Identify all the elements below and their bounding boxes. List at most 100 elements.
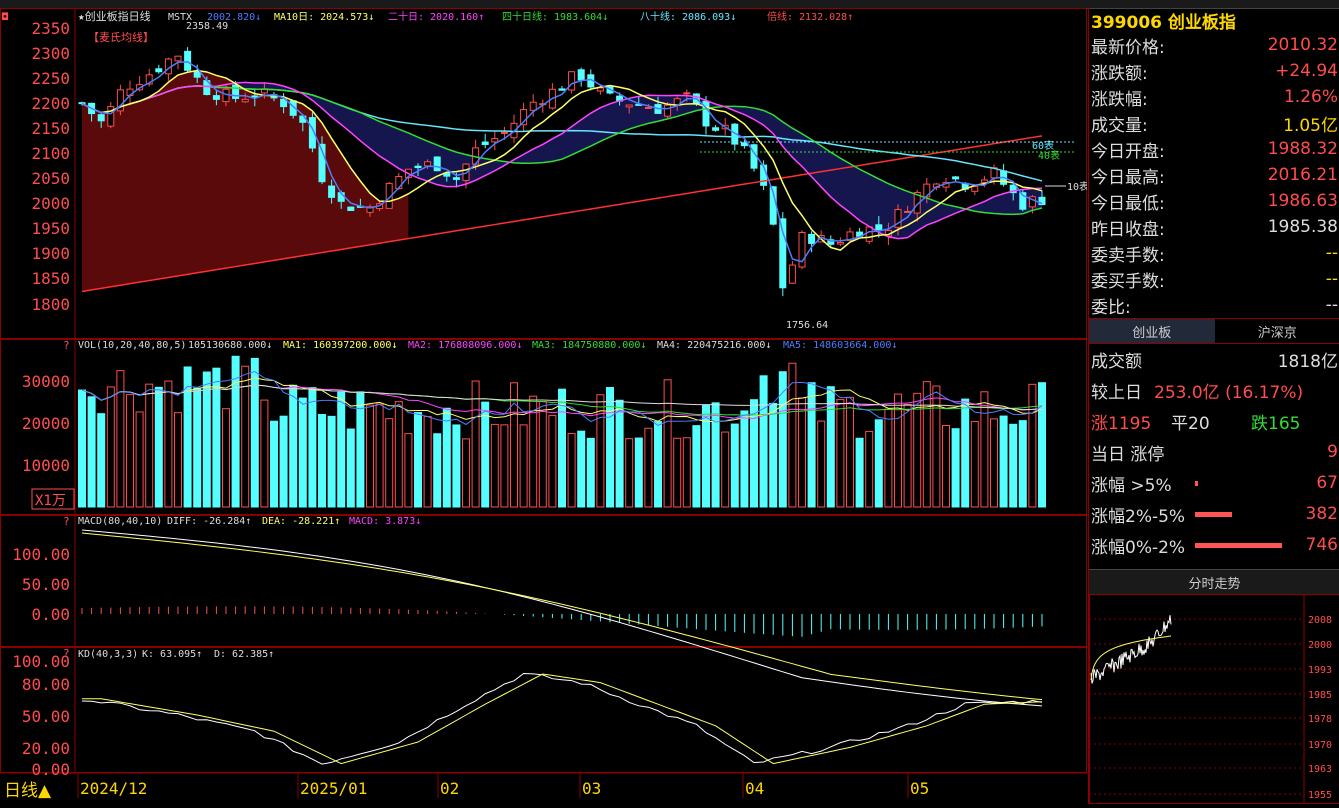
low-label: 1756.64 bbox=[786, 320, 828, 331]
vol-header-name: VOL(10,20,40,80,5) bbox=[78, 340, 186, 351]
chart-svg[interactable]: 2350230022502200215021002050200019501900… bbox=[0, 8, 1087, 804]
date-axis-label: 2025/01 bbox=[300, 779, 367, 798]
mini-axis-label: 1985 bbox=[1308, 690, 1332, 701]
ma40-value: 四十日线: 1983.604↓ bbox=[502, 10, 608, 23]
price-axis-label: 2000 bbox=[31, 194, 70, 213]
quote-row: 涨跌额:+24.94 bbox=[1091, 58, 1338, 84]
tab-hs-bj[interactable]: 沪深京 bbox=[1215, 319, 1339, 343]
volume-bar bbox=[549, 416, 556, 507]
volume-bar bbox=[242, 366, 249, 507]
volume-bar bbox=[165, 381, 172, 507]
candle-body bbox=[665, 105, 671, 116]
volume-bar bbox=[367, 405, 374, 507]
candle-body bbox=[905, 211, 911, 212]
volume-bar bbox=[866, 431, 873, 507]
quote-value: 1.05亿 bbox=[1283, 111, 1338, 136]
kline-chart-area[interactable]: 2350230022502200215021002050200019501900… bbox=[0, 8, 1087, 804]
candle-body bbox=[684, 93, 690, 94]
volume-bar bbox=[674, 438, 681, 507]
up-count: 涨1195 bbox=[1091, 409, 1171, 434]
quote-value: 2016.21 bbox=[1268, 165, 1338, 185]
volume-bar bbox=[626, 439, 633, 507]
kd-axis-label: 20.00 bbox=[22, 739, 70, 758]
kd-axis-label: 100.00 bbox=[12, 652, 70, 671]
date-axis-label: 03 bbox=[582, 779, 601, 798]
bucket-row: 涨幅 >5%67 bbox=[1091, 470, 1338, 496]
volume-bar bbox=[155, 387, 162, 507]
mini-axis-label: 1955 bbox=[1308, 790, 1332, 801]
price-axis-label: 2300 bbox=[31, 44, 70, 63]
macd-axis-label: 50.00 bbox=[22, 575, 70, 594]
macd-help-icon[interactable]: ? bbox=[63, 515, 70, 528]
volume-bar bbox=[271, 421, 278, 507]
turnover-row: 成交额 1818亿 bbox=[1091, 346, 1338, 372]
volume-bar bbox=[328, 416, 335, 507]
volume-bar bbox=[683, 438, 690, 507]
quote-row: 今日最高: 2016.21 bbox=[1091, 162, 1338, 188]
volume-axis-label: 20000 bbox=[22, 414, 70, 433]
candle-body bbox=[415, 166, 421, 167]
volume-bar bbox=[491, 424, 498, 507]
quote-value: 1986.63 bbox=[1268, 191, 1338, 211]
volume-bar bbox=[424, 417, 431, 507]
volume-bar bbox=[175, 413, 182, 507]
volume-bar bbox=[923, 382, 930, 507]
volume-bar bbox=[645, 428, 652, 507]
volume-bar bbox=[280, 416, 287, 507]
volume-bar bbox=[799, 398, 806, 507]
volume-axis-label: 30000 bbox=[22, 372, 70, 391]
candle-body bbox=[809, 234, 815, 243]
down-count: 跌165 bbox=[1251, 409, 1300, 434]
quote-row: 委比:-- bbox=[1091, 292, 1338, 318]
bucket-row: 涨幅0%-2%746 bbox=[1091, 532, 1338, 558]
kd-help-icon[interactable]: ? bbox=[63, 647, 70, 660]
quote-row: 今日开盘:1988.32 bbox=[1091, 136, 1338, 162]
volume-bar bbox=[568, 434, 575, 507]
candle-body bbox=[348, 207, 354, 210]
macd-axis-label: 0.00 bbox=[31, 605, 70, 624]
bucket-value: 746 bbox=[1302, 535, 1338, 555]
mini-axis-label: 1963 bbox=[1308, 764, 1332, 775]
volume-bar bbox=[520, 425, 527, 507]
volume-bar bbox=[251, 358, 258, 507]
volume-bar bbox=[770, 403, 777, 507]
candle-body bbox=[194, 72, 200, 78]
kd-header-k: K: 63.095↑ bbox=[142, 649, 202, 660]
vol-header-ma4: MA4: 220475216.000↓ bbox=[657, 340, 771, 351]
tab-chinext[interactable]: 创业板 bbox=[1089, 319, 1215, 343]
volume-bar bbox=[405, 434, 412, 507]
mini-axis-label: 1993 bbox=[1308, 665, 1332, 676]
period-label[interactable]: 日线▲ bbox=[4, 776, 51, 801]
volume-bar bbox=[117, 371, 124, 507]
panel-marker-icon[interactable]: ◘ bbox=[1, 12, 9, 23]
vol-help-icon[interactable]: ? bbox=[63, 339, 70, 352]
ma20-value: 二十日: 2020.160↑ bbox=[388, 10, 484, 23]
bucket-label: 涨幅2%-5% bbox=[1091, 502, 1195, 527]
vol-header-ma2: MA2: 176808096.000↓ bbox=[408, 340, 522, 351]
volume-bar bbox=[1019, 421, 1026, 507]
candle-body bbox=[972, 187, 978, 192]
quote-label: 今日最高: bbox=[1091, 163, 1165, 188]
kd-panel-border bbox=[1, 648, 1087, 773]
price-axis-label: 2100 bbox=[31, 144, 70, 163]
vol-header-ma1: MA1: 160397200.000↓ bbox=[283, 340, 397, 351]
mini-axis-label: 1970 bbox=[1308, 740, 1332, 751]
bucket-bar bbox=[1195, 481, 1198, 486]
volume-bar bbox=[837, 400, 844, 507]
ma80-value: 八十线: 2086.093↓ bbox=[640, 10, 736, 23]
intraday-mini-chart[interactable]: 20082000199319851978197019631955 bbox=[1089, 594, 1339, 804]
bucket-bar-track bbox=[1195, 501, 1302, 527]
mini-chart-title[interactable]: 分时走势 bbox=[1089, 569, 1339, 595]
candle-body bbox=[156, 69, 162, 72]
vol-unit: X1万 bbox=[35, 493, 66, 509]
volume-bar bbox=[347, 429, 354, 507]
volume-bar bbox=[635, 438, 642, 507]
candle-body bbox=[789, 265, 795, 283]
volume-bar bbox=[722, 432, 729, 507]
candle-body bbox=[98, 115, 104, 121]
volume-bar bbox=[1029, 384, 1036, 507]
candle-body bbox=[578, 70, 584, 80]
volume-bar bbox=[760, 376, 767, 507]
volume-layer bbox=[79, 356, 1046, 507]
volume-bar bbox=[693, 426, 700, 507]
